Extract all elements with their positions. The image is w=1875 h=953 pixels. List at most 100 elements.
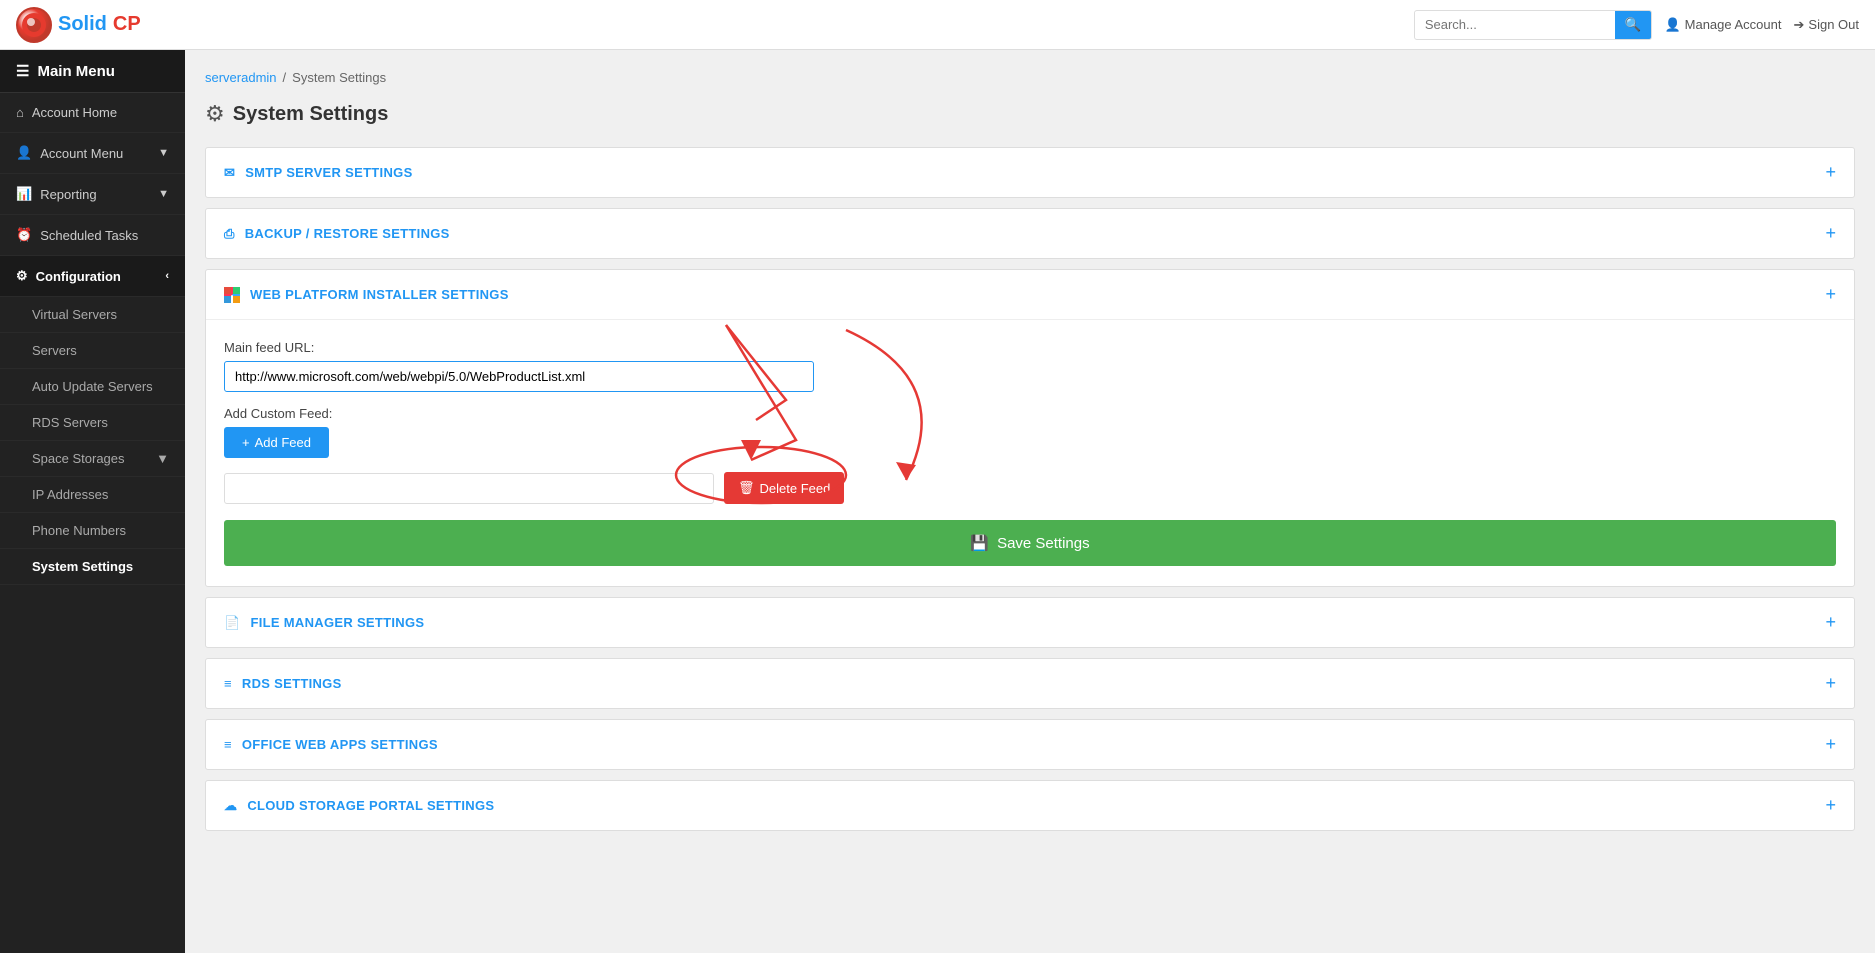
- cloudstorage-toggle-icon: +: [1825, 795, 1836, 816]
- add-feed-btn-label: Add Feed: [255, 435, 311, 450]
- breadcrumb-system-settings: System Settings: [292, 70, 386, 85]
- panel-rds-header[interactable]: ≡ RDS SETTINGS +: [206, 659, 1854, 708]
- search-box: 🔍: [1414, 10, 1653, 40]
- delete-feed-button[interactable]: 🗑 Delete Feed: [724, 472, 844, 504]
- main-menu-header[interactable]: ☰ Main Menu: [0, 50, 185, 93]
- gear-icon: ⚙: [205, 101, 225, 127]
- panel-filemanager-header[interactable]: 📄 FILE MANAGER SETTINGS +: [206, 598, 1854, 647]
- save-icon: 💾: [970, 534, 989, 552]
- sidebar-item-space-storages[interactable]: Space Storages ▼: [0, 441, 185, 477]
- virtual-servers-label: Virtual Servers: [32, 307, 117, 322]
- breadcrumb-sep: /: [283, 70, 287, 85]
- sidebar-item-servers[interactable]: Servers: [0, 333, 185, 369]
- sidebar-item-ip-addresses[interactable]: IP Addresses: [0, 477, 185, 513]
- panel-webpi: WEB PLATFORM INSTALLER SETTINGS +: [205, 269, 1855, 587]
- panel-backup-header[interactable]: ⎙ BACKUP / RESTORE SETTINGS +: [206, 209, 1854, 258]
- save-settings-button[interactable]: 💾 Save Settings: [224, 520, 1836, 566]
- panel-backup-header-left: ⎙ BACKUP / RESTORE SETTINGS: [224, 226, 450, 242]
- phone-numbers-label: Phone Numbers: [32, 523, 126, 538]
- panel-rds: ≡ RDS SETTINGS +: [205, 658, 1855, 709]
- smtp-label: SMTP SERVER SETTINGS: [245, 165, 412, 180]
- trash-icon: 🗑: [738, 480, 755, 496]
- sidebar-item-scheduled-tasks[interactable]: ⏰ Scheduled Tasks: [0, 215, 185, 256]
- sidebar-label-reporting: Reporting: [40, 187, 96, 202]
- panel-smtp-header[interactable]: ✉ SMTP SERVER SETTINGS +: [206, 148, 1854, 197]
- rds-toggle-icon: +: [1825, 673, 1836, 694]
- sidebar-item-account-home[interactable]: ⌂ Account Home: [0, 93, 185, 133]
- sidebar-item-rds-servers[interactable]: RDS Servers: [0, 405, 185, 441]
- sidebar-item-auto-update-servers[interactable]: Auto Update Servers: [0, 369, 185, 405]
- backup-toggle-icon: +: [1825, 223, 1836, 244]
- sidebar-item-configuration[interactable]: ⚙ Configuration ‹: [0, 256, 185, 297]
- main-feed-url-input[interactable]: [224, 361, 814, 392]
- cloud-icon: ☁: [224, 798, 237, 814]
- windows-icon: [224, 287, 240, 303]
- page-title-area: ⚙ System Settings: [205, 101, 1855, 127]
- system-settings-label: System Settings: [32, 559, 133, 574]
- panel-cloudstorage-header[interactable]: ☁ CLOUD STORAGE PORTAL SETTINGS +: [206, 781, 1854, 830]
- panel-webpi-header[interactable]: WEB PLATFORM INSTALLER SETTINGS +: [206, 270, 1854, 319]
- plus-icon: +: [242, 435, 250, 450]
- search-button[interactable]: 🔍: [1615, 11, 1652, 39]
- chevron-down-icon-reporting: ▼: [158, 188, 169, 200]
- filemanager-toggle-icon: +: [1825, 612, 1836, 633]
- add-feed-button[interactable]: + Add Feed: [224, 427, 329, 458]
- topbar-right: 🔍 👤 Manage Account ➔ Sign Out: [1414, 10, 1859, 40]
- sidebar-item-virtual-servers[interactable]: Virtual Servers: [0, 297, 185, 333]
- chevron-left-icon: ‹: [165, 270, 169, 282]
- custom-feed-row: 🗑 Delete Feed: [224, 472, 1836, 504]
- officewebapps-toggle-icon: +: [1825, 734, 1836, 755]
- search-input[interactable]: [1415, 12, 1615, 37]
- breadcrumb: serveradmin / System Settings: [205, 70, 1855, 85]
- rds-icon: ≡: [224, 676, 232, 691]
- cog-icon: ⚙: [16, 268, 28, 284]
- chevron-down-icon: ▼: [158, 147, 169, 159]
- chart-icon: 📊: [16, 186, 32, 202]
- logo-solid: Solid: [58, 13, 107, 36]
- sidebar-item-account-menu[interactable]: 👤 Account Menu ▼: [0, 133, 185, 174]
- panel-officewebapps: ≡ OFFICE WEB APPS SETTINGS +: [205, 719, 1855, 770]
- panel-cloudstorage-header-left: ☁ CLOUD STORAGE PORTAL SETTINGS: [224, 798, 494, 814]
- webpi-label: WEB PLATFORM INSTALLER SETTINGS: [250, 287, 509, 302]
- sign-out-link[interactable]: ➔ Sign Out: [1794, 17, 1860, 33]
- sign-out-label: Sign Out: [1808, 17, 1859, 32]
- officewebapps-label: OFFICE WEB APPS SETTINGS: [242, 737, 438, 752]
- panel-officewebapps-header-left: ≡ OFFICE WEB APPS SETTINGS: [224, 737, 438, 752]
- panel-filemanager: 📄 FILE MANAGER SETTINGS +: [205, 597, 1855, 648]
- panel-backup: ⎙ BACKUP / RESTORE SETTINGS +: [205, 208, 1855, 259]
- manage-account-label: Manage Account: [1685, 17, 1782, 32]
- user-icon: 👤: [16, 145, 32, 161]
- add-custom-feed-label: Add Custom Feed:: [224, 406, 1836, 421]
- sidebar-item-phone-numbers[interactable]: Phone Numbers: [0, 513, 185, 549]
- office-icon: ≡: [224, 737, 232, 752]
- logo: SolidCP: [16, 7, 141, 43]
- ip-addresses-label: IP Addresses: [32, 487, 108, 502]
- restore-icon: ⎙: [224, 226, 235, 242]
- sidebar-item-reporting[interactable]: 📊 Reporting ▼: [0, 174, 185, 215]
- panel-webpi-header-left: WEB PLATFORM INSTALLER SETTINGS: [224, 287, 509, 303]
- sidebar-item-system-settings[interactable]: System Settings: [0, 549, 185, 585]
- panel-officewebapps-header[interactable]: ≡ OFFICE WEB APPS SETTINGS +: [206, 720, 1854, 769]
- smtp-toggle-icon: +: [1825, 162, 1836, 183]
- rds-label: RDS SETTINGS: [242, 676, 342, 691]
- main-feed-url-label: Main feed URL:: [224, 340, 1836, 355]
- sidebar-label-configuration: Configuration: [36, 269, 121, 284]
- cloudstorage-label: CLOUD STORAGE PORTAL SETTINGS: [247, 798, 494, 813]
- sign-out-icon: ➔: [1794, 17, 1805, 33]
- panel-filemanager-header-left: 📄 FILE MANAGER SETTINGS: [224, 615, 424, 631]
- manage-account-link[interactable]: 👤 Manage Account: [1664, 17, 1781, 33]
- panel-smtp-header-left: ✉ SMTP SERVER SETTINGS: [224, 165, 413, 181]
- servers-label: Servers: [32, 343, 77, 358]
- main-content: serveradmin / System Settings ⚙ System S…: [185, 50, 1875, 953]
- main-feed-url-group: Main feed URL:: [224, 340, 1836, 392]
- panel-rds-header-left: ≡ RDS SETTINGS: [224, 676, 342, 691]
- page-title: System Settings: [233, 103, 389, 126]
- custom-feed-input[interactable]: [224, 473, 714, 504]
- file-icon: 📄: [224, 615, 241, 631]
- breadcrumb-serveradmin[interactable]: serveradmin: [205, 70, 277, 85]
- sidebar-label-account-home: Account Home: [32, 105, 117, 120]
- sidebar-label-scheduled-tasks: Scheduled Tasks: [40, 228, 138, 243]
- topbar: SolidCP 🔍 👤 Manage Account ➔ Sign Out: [0, 0, 1875, 50]
- sidebar-label-account-menu: Account Menu: [40, 146, 123, 161]
- auto-update-servers-label: Auto Update Servers: [32, 379, 153, 394]
